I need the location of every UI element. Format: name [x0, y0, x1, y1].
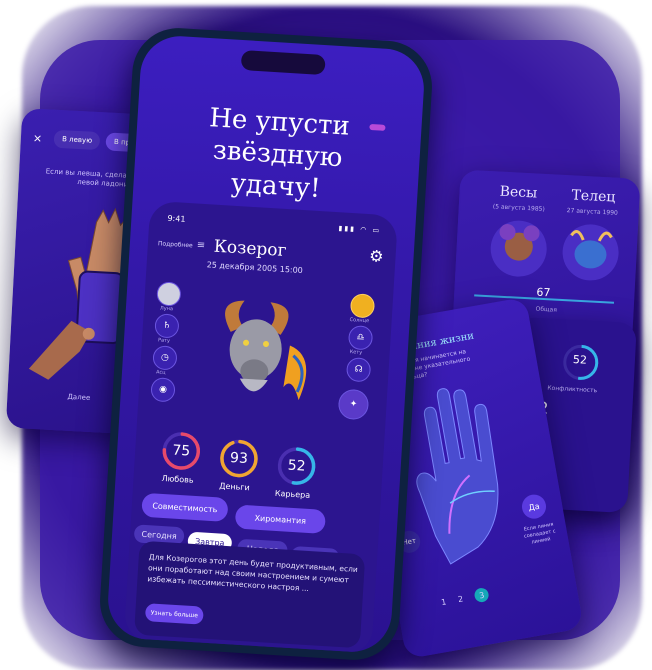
sign-taurus-date: 27 августа 1990	[566, 207, 618, 217]
love-score: 75	[171, 442, 191, 460]
career-score: 52	[287, 457, 306, 475]
learn-more-button[interactable]: Узнать больше	[144, 603, 204, 625]
phone-frame: Не упусти звёздную удачу! 9:41 ▮▮▮ ◠ ▭ П…	[97, 25, 435, 663]
sign-libra-label: Весы	[499, 183, 538, 202]
sun-icon[interactable]	[349, 293, 376, 319]
sign-libra-date: (5 августа 1985)	[492, 203, 545, 213]
headline: Не упусти звёздную удачу!	[133, 98, 422, 211]
forecast-panel: Для Козерогов этот день будет продуктивн…	[134, 540, 366, 649]
money-label: Деньги	[218, 481, 250, 493]
career-ring[interactable]: 52	[275, 445, 317, 487]
libra-icon[interactable]: ♎	[347, 325, 374, 351]
step-1[interactable]: 1	[440, 597, 447, 609]
yes-note: Если линия совпадает с линией	[523, 521, 557, 546]
step-indicator: 1 2 3	[440, 586, 490, 609]
galaxy-icon[interactable]: ✦	[337, 388, 370, 421]
step-3[interactable]: 3	[473, 586, 490, 604]
moon-label: Луна	[159, 305, 174, 313]
tab-left-hand[interactable]: В левую	[53, 129, 101, 151]
hamburger-icon: ≡	[196, 239, 206, 252]
capricorn-goat-illustration	[225, 300, 307, 401]
forecast-text: Для Козерогов этот день будет продуктивн…	[147, 552, 359, 594]
money-score: 93	[229, 450, 249, 468]
compat-score-label: Общая	[535, 305, 558, 314]
status-icons: ▮▮▮ ◠ ▭	[338, 224, 382, 235]
compat-score: 67	[536, 285, 551, 300]
birth-datetime: 25 декабря 2005 15:00	[206, 260, 304, 276]
sign-taurus-label: Телец	[571, 187, 616, 206]
dynamic-island	[240, 49, 326, 76]
love-ring[interactable]: 75	[160, 430, 202, 472]
saturn-icon[interactable]: ♄	[154, 313, 180, 339]
close-icon[interactable]: ×	[33, 131, 43, 144]
saturn-label: Рату	[157, 337, 171, 345]
next-button[interactable]: Далее	[67, 393, 90, 402]
comet-decoration	[369, 123, 386, 131]
moon-icon[interactable]	[156, 281, 182, 307]
status-time: 9:41	[167, 213, 186, 224]
sign-title: Козерог	[213, 236, 288, 262]
palmistry-button[interactable]: Хиромантия	[234, 504, 326, 534]
menu-button[interactable]: Подробнее ≡	[158, 237, 206, 251]
menu-label: Подробнее	[157, 240, 193, 250]
ascendant-label: Асц	[155, 369, 166, 376]
ascendant-icon[interactable]: ◷	[152, 345, 178, 371]
step-2[interactable]: 2	[457, 594, 464, 606]
conflict-score: 52	[572, 352, 588, 367]
sun-label: Солнце	[349, 317, 370, 325]
conflict-label: Конфликтность	[547, 384, 598, 395]
phone-screen: Не упусти звёздную удачу! 9:41 ▮▮▮ ◠ ▭ П…	[105, 33, 427, 655]
money-ring[interactable]: 93	[218, 437, 260, 479]
zodiac-portraits	[490, 220, 619, 281]
ketu-label: Кету	[349, 349, 363, 356]
gear-icon[interactable]: ⚙	[369, 246, 384, 266]
compatibility-button[interactable]: Совместимость	[141, 492, 229, 522]
app-screen: 9:41 ▮▮▮ ◠ ▭ Подробнее ≡ Козерог ⚙ 25 дек…	[123, 200, 399, 655]
node-icon[interactable]: ☊	[345, 356, 372, 383]
camera-icon[interactable]: ◉	[150, 377, 176, 403]
career-label: Карьера	[274, 488, 311, 500]
love-label: Любовь	[161, 473, 194, 485]
